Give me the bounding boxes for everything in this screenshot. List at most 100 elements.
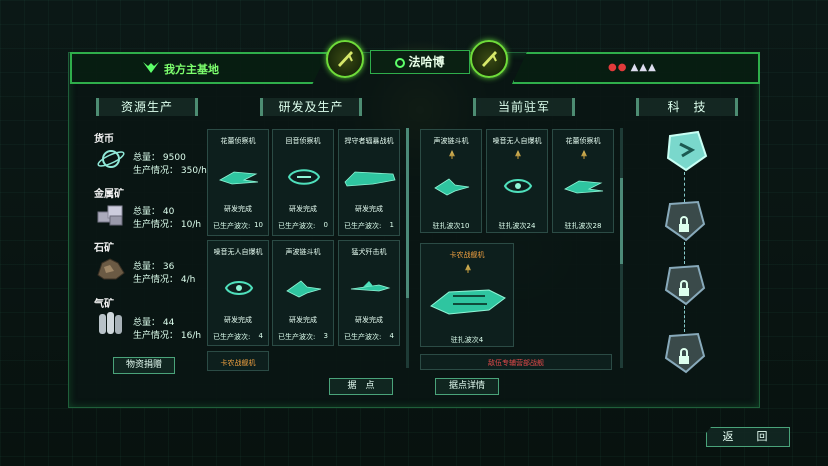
resource-rate: 生产情况： 350/h: [133, 166, 207, 176]
card-name: 敌伍专辅营部战舰: [488, 359, 544, 367]
back-button[interactable]: 返 回: [706, 427, 790, 447]
card-wave-label: 已生产波次:: [344, 222, 382, 230]
planet-icon: [97, 150, 125, 168]
outpost-detail-button[interactable]: 据点详情: [435, 378, 499, 395]
research-card[interactable]: 花蕾侦察机 研发完成 已生产波次: 10: [207, 129, 269, 236]
card-status: 研发完成: [355, 316, 383, 324]
research-card[interactable]: 回音侦察机 研发完成 已生产波次: 0: [272, 129, 334, 236]
garrison-scrollbar-thumb[interactable]: [620, 178, 623, 264]
donate-button[interactable]: 物资捐赠: [113, 357, 175, 374]
threat-arrow-icon: ▲: [630, 62, 639, 73]
gas-canister-icon: [99, 312, 122, 334]
card-name: 捍守者辐暴战机: [344, 137, 394, 145]
card-garrison-wave: 驻扎波次10: [432, 222, 470, 230]
card-name: 卡农战舰机: [220, 359, 256, 367]
resources-title: 资源生产: [96, 98, 198, 116]
threat-skull-icon: ●: [608, 62, 617, 73]
garrison-pin-icon: [449, 150, 455, 159]
resource-total: 总量： 36: [133, 262, 175, 272]
faction-wings-icon: [143, 62, 159, 73]
resource-total: 总量： 40: [133, 207, 175, 217]
garrison-card[interactable]: 花蕾侦察机 驻扎波次28: [552, 129, 614, 233]
threat-arrow-icon: ▲: [639, 62, 648, 73]
resource-name: 金属矿: [94, 189, 124, 200]
card-wave-count: 1: [389, 221, 394, 229]
resource-name: 气矿: [94, 299, 114, 310]
garrison-card-large[interactable]: 卡农战舰机 驻扎波次4: [420, 243, 514, 347]
card-name: 回音侦察机: [285, 137, 321, 145]
garrison-card[interactable]: 噪音无人自爆机 驻扎波次24: [486, 129, 548, 233]
threat-level: ●● ▲▲▲: [608, 62, 657, 73]
drone-ship-icon: [503, 179, 533, 193]
research-card[interactable]: 捍守者辐暴战机 研发完成 已生产波次: 1: [338, 129, 400, 236]
interceptor-ship-icon: [350, 281, 391, 292]
resource-total: 总量： 44: [133, 318, 175, 328]
resource-rate: 生产情况： 4/h: [133, 275, 196, 285]
metal-ore-icon: [97, 205, 123, 226]
drone-ship-icon: [224, 281, 254, 295]
tech-node-locked-icon[interactable]: [662, 198, 706, 242]
card-wave-count: 3: [323, 332, 328, 340]
card-name: 噪音无人自爆机: [213, 248, 263, 256]
card-name: 卡农战舰机: [449, 251, 485, 259]
card-wave-count: 4: [258, 332, 263, 340]
fighter-ship-icon: [219, 171, 259, 185]
card-status: 研发完成: [289, 316, 317, 324]
fighter-ship-icon: [434, 178, 470, 196]
resource-name: 石矿: [94, 243, 114, 254]
card-name: 猛犬歼击机: [351, 248, 387, 256]
card-wave-label: 已生产波次:: [213, 333, 251, 341]
threat-arrow-icon: ▲: [648, 62, 656, 73]
resource-name: 货币: [94, 134, 114, 145]
resource-rate: 生产情况： 10/h: [133, 220, 202, 230]
card-status: 研发完成: [355, 205, 383, 213]
research-card[interactable]: 声波链斗机 研发完成 已生产波次: 3: [272, 240, 334, 346]
card-wave-label: 已生产波次:: [278, 333, 316, 341]
card-wave-count: 4: [389, 332, 394, 340]
card-name: 声波链斗机: [433, 137, 469, 145]
tech-node-locked-icon[interactable]: [662, 262, 706, 306]
left-medal-icon: [326, 40, 364, 78]
tech-connector: [684, 306, 686, 332]
card-name: 花蕾侦察机: [220, 137, 256, 145]
research-card-partial[interactable]: 卡农战舰机: [207, 351, 269, 371]
card-garrison-wave: 驻扎波次28: [564, 222, 602, 230]
enemy-name-plate: 法哈博: [370, 50, 470, 74]
battleship-icon: [430, 289, 506, 315]
card-name: 噪音无人自爆机: [492, 137, 542, 145]
home-base-label: 我方主基地: [164, 63, 219, 76]
garrison-card[interactable]: 声波链斗机 驻扎波次10: [420, 129, 482, 233]
tech-node-locked-icon[interactable]: [662, 330, 706, 374]
garrison-pin-icon: [515, 150, 521, 159]
card-name: 声波链斗机: [285, 248, 321, 256]
scout-ship-icon: [287, 169, 321, 185]
stone-ore-icon: [97, 258, 125, 280]
research-card[interactable]: 猛犬歼击机 研发完成 已生产波次: 4: [338, 240, 400, 346]
card-wave-count: 10: [254, 221, 263, 229]
enemy-name: 法哈博: [408, 55, 445, 69]
card-name: 花蕾侦察机: [565, 137, 601, 145]
garrison-pin-icon: [465, 264, 471, 273]
tech-node-unlocked-icon[interactable]: [664, 128, 708, 172]
research-card[interactable]: 噪音无人自爆机 研发完成 已生产波次: 4: [207, 240, 269, 346]
outpost-button[interactable]: 据 点: [329, 378, 393, 395]
card-garrison-wave: 驻扎波次4: [450, 336, 484, 344]
resource-total: 总量： 9500: [133, 153, 186, 163]
garrison-card-partial[interactable]: 敌伍专辅营部战舰: [420, 354, 612, 370]
bomber-ship-icon: [344, 171, 396, 187]
card-status: 研发完成: [289, 205, 317, 213]
card-wave-count: 0: [323, 221, 328, 229]
research-scrollbar-thumb[interactable]: [406, 128, 409, 298]
garrison-title: 当前驻军: [473, 98, 575, 116]
right-medal-icon: [470, 40, 508, 78]
card-status: 研发完成: [224, 205, 252, 213]
tech-title: 科 技: [636, 98, 738, 116]
tech-connector: [684, 242, 686, 264]
resource-rate: 生产情况： 16/h: [133, 331, 202, 341]
card-wave-label: 已生产波次:: [278, 222, 316, 230]
target-icon: [395, 58, 406, 68]
fighter-ship-icon: [286, 280, 322, 298]
threat-skull-icon: ●: [617, 62, 627, 73]
card-wave-label: 已生产波次:: [344, 333, 382, 341]
card-wave-label: 已生产波次:: [213, 222, 251, 230]
